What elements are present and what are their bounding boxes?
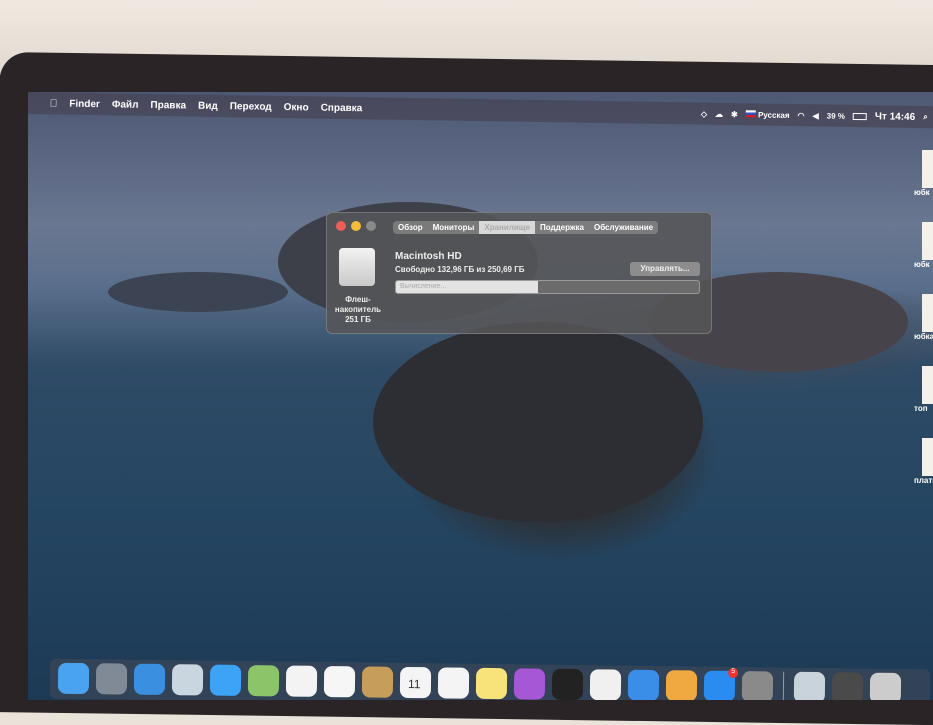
pages-icon[interactable] — [665, 670, 698, 700]
clock[interactable]: Чт 14:46 — [875, 111, 915, 123]
file-label: плать — [914, 476, 933, 485]
manage-button[interactable]: Управлять... — [630, 262, 700, 276]
keynote-icon[interactable] — [627, 669, 660, 700]
spotlight-icon[interactable]: ⌕ — [923, 112, 928, 122]
file-label: юбк — [914, 188, 930, 197]
tab-displays[interactable]: Мониторы — [428, 221, 480, 234]
activity-monitor-icon[interactable] — [831, 672, 864, 700]
drive-label: Флеш-накопитель 251 ГБ — [334, 295, 382, 324]
menu-finder[interactable]: Finder — [69, 98, 100, 109]
finder-icon[interactable] — [57, 662, 90, 695]
file-icon — [922, 438, 933, 476]
file-label: топ — [914, 404, 928, 413]
volume-name: Macintosh HD — [395, 251, 462, 262]
tab-bar: Обзор Мониторы Хранилище Поддержка Обслу… — [393, 221, 659, 234]
wifi-icon[interactable]: ◠ — [798, 111, 805, 120]
system-preferences-icon[interactable] — [741, 671, 774, 700]
safari-icon[interactable] — [133, 663, 166, 696]
tv-icon[interactable] — [551, 668, 584, 700]
menu-view[interactable]: Вид — [198, 100, 218, 111]
mail-icon[interactable] — [171, 664, 204, 696]
wallpaper-island — [108, 272, 288, 312]
app-store-badge: 5 — [728, 667, 739, 679]
zoom-button[interactable] — [366, 221, 376, 231]
maps-icon[interactable] — [247, 665, 280, 697]
desktop:  Finder Файл Правка Вид Переход Окно Сп… — [28, 92, 933, 700]
drive-icon — [339, 248, 375, 286]
desktop-file[interactable]: топ — [914, 366, 933, 413]
dock: 11 5 — [49, 658, 931, 700]
input-source-menu[interactable]: Русская — [745, 109, 790, 120]
about-this-mac-window: Обзор Мониторы Хранилище Поддержка Обслу… — [326, 212, 712, 334]
numbers-icon[interactable] — [589, 669, 622, 700]
menu-window[interactable]: Окно — [284, 102, 309, 113]
wallpaper-island — [373, 322, 703, 522]
calendar-icon[interactable]: 11 — [399, 666, 432, 699]
music-icon[interactable] — [323, 665, 356, 698]
app-store-icon[interactable]: 5 — [703, 667, 739, 700]
close-button[interactable] — [336, 221, 346, 231]
tab-storage[interactable]: Хранилище — [479, 221, 535, 234]
dropbox-icon[interactable]: ◇ — [701, 109, 707, 118]
messages-icon[interactable] — [209, 664, 242, 696]
volume-icon[interactable]: ◀ — [813, 111, 819, 120]
file-label: юбк — [914, 260, 930, 269]
free-space-text: Свободно 132,96 ГБ из 250,69 ГБ — [395, 265, 525, 274]
menu-file[interactable]: Файл — [112, 99, 139, 110]
battery-icon[interactable] — [852, 112, 868, 120]
reminders-icon[interactable] — [437, 667, 470, 699]
desktop-file[interactable]: юбк — [914, 222, 933, 269]
tab-support[interactable]: Поддержка — [535, 221, 589, 234]
apple-menu-icon[interactable]:  — [50, 98, 58, 109]
file-icon — [922, 222, 933, 260]
desktop-file[interactable]: плать — [914, 438, 933, 485]
bluetooth-icon[interactable]: ✱ — [731, 110, 738, 119]
file-icon — [922, 366, 933, 404]
file-icon — [922, 294, 933, 332]
storage-bar-fill: Вычисление... — [396, 281, 539, 293]
dock-separator — [782, 671, 785, 700]
podcasts-icon[interactable] — [513, 668, 546, 700]
input-source-label: Русская — [757, 109, 790, 120]
russian-flag-icon — [745, 109, 756, 117]
launchpad-icon[interactable] — [95, 663, 128, 695]
desktop-file[interactable]: юбк — [914, 150, 933, 197]
script-editor-icon[interactable] — [869, 672, 902, 700]
menu-help[interactable]: Справка — [321, 102, 363, 114]
menu-bar:  Finder Файл Правка Вид Переход Окно Сп… — [28, 92, 933, 129]
tab-service[interactable]: Обслуживание — [589, 221, 658, 234]
menu-edit[interactable]: Правка — [150, 99, 186, 111]
photos-icon[interactable] — [285, 665, 318, 697]
menu-go[interactable]: Переход — [230, 101, 272, 113]
minimize-button[interactable] — [351, 221, 361, 231]
battery-percent[interactable]: 39 % — [827, 111, 845, 120]
calendar-day: 11 — [407, 676, 421, 692]
preview-icon[interactable] — [793, 671, 826, 700]
storage-bar: Вычисление... — [395, 280, 700, 294]
tab-overview[interactable]: Обзор — [393, 221, 428, 234]
file-label: юбка — [914, 332, 933, 341]
desktop-file[interactable]: юбка — [914, 294, 933, 341]
file-icon — [922, 150, 933, 188]
creative-cloud-icon[interactable]: ☁ — [715, 109, 723, 118]
contacts-icon[interactable] — [361, 666, 394, 698]
notes-icon[interactable] — [475, 667, 508, 700]
